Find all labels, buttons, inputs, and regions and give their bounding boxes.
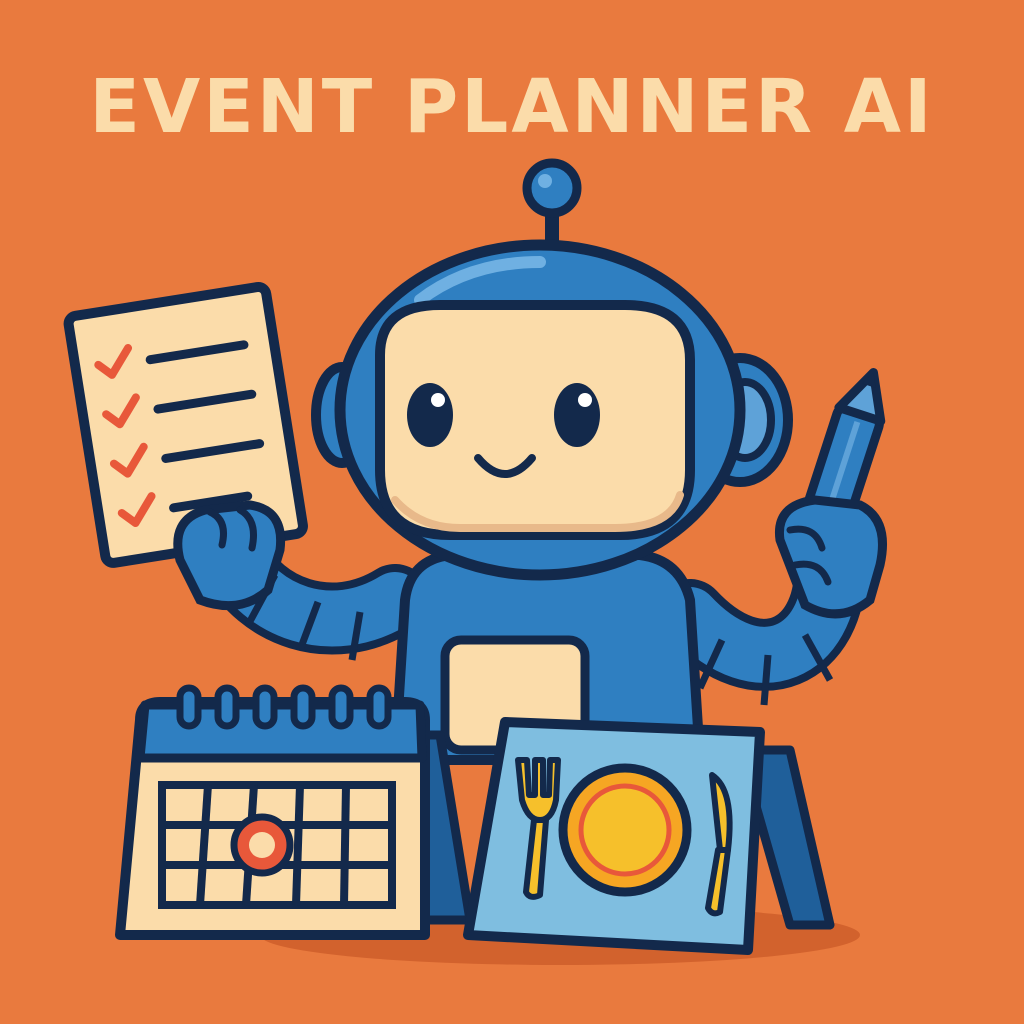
plate-icon <box>558 763 692 897</box>
right-eye <box>554 383 600 447</box>
robot-left-hand <box>173 500 286 611</box>
robot-illustration <box>63 158 887 965</box>
robot-head <box>311 239 793 581</box>
left-eye <box>407 383 453 447</box>
calendar-icon <box>115 684 475 940</box>
